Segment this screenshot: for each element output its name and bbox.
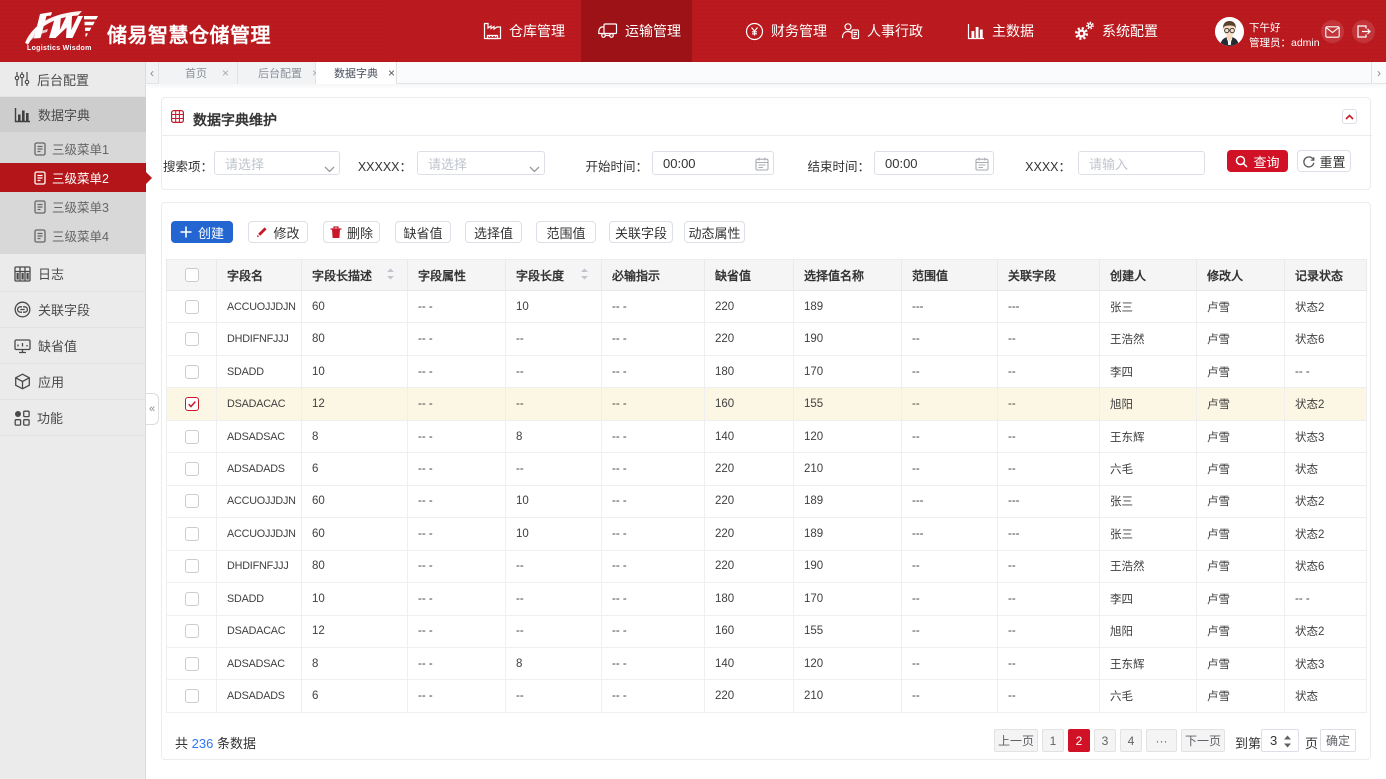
svg-text:Logistics Wisdom: Logistics Wisdom [27, 45, 92, 52]
